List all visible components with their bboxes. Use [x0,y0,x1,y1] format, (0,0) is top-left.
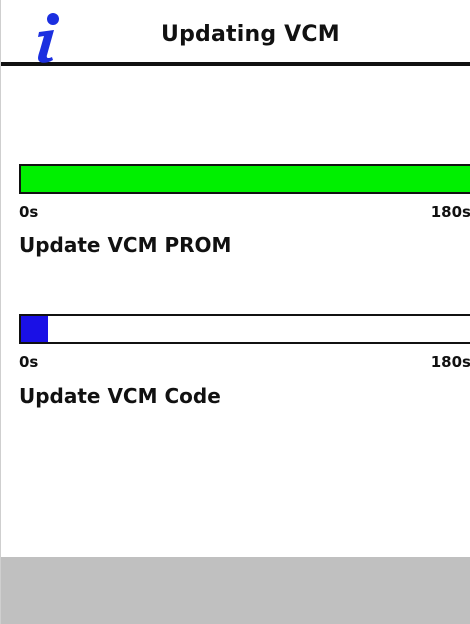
title-bar: Updating VCM [1,0,470,66]
footer-bar [1,557,470,624]
vcm-update-screen: Updating VCM 0s 180s Update VCM PROM 0s … [0,0,470,624]
prom-range-start-label: 0s [19,203,39,221]
code-range-start-label: 0s [19,353,39,371]
prom-progress-fill [21,166,470,192]
code-progress-fill [21,316,48,342]
prom-progress-bar [19,164,470,194]
prom-range-end-label: 180s [430,203,470,221]
code-range-end-label: 180s [430,353,470,371]
prom-update-label: Update VCM PROM [19,233,232,257]
window-title: Updating VCM [161,22,340,47]
info-icon [38,13,59,63]
code-progress-bar [19,314,470,344]
code-update-label: Update VCM Code [19,384,221,408]
